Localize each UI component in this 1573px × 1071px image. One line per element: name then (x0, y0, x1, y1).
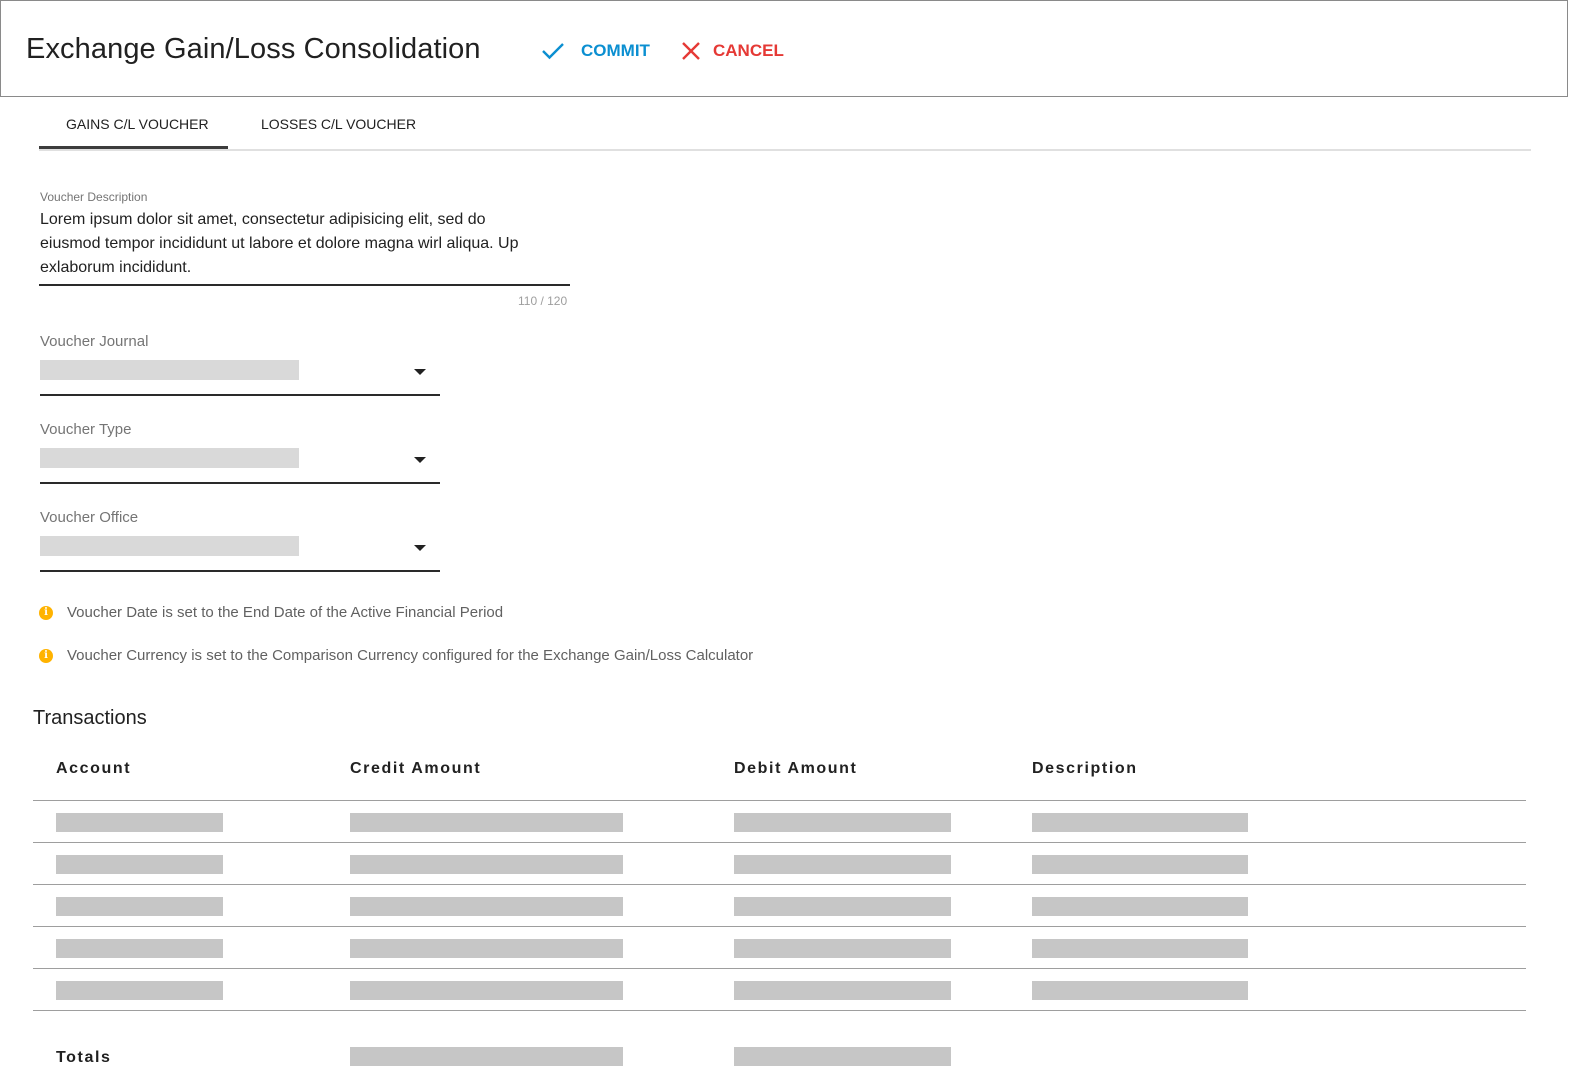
voucher-journal-label: Voucher Journal (40, 333, 149, 350)
close-icon (682, 42, 700, 60)
voucher-type-value (40, 448, 299, 468)
voucher-office-underline (40, 570, 440, 572)
account-cell (56, 855, 223, 874)
debit-amount-cell (734, 813, 951, 832)
description-cell (1032, 939, 1248, 958)
row-divider (33, 842, 1526, 843)
debit-amount-cell (734, 855, 951, 874)
info-note-currency: i Voucher Currency is set to the Compari… (39, 647, 753, 664)
voucher-office-value (40, 536, 299, 556)
chevron-down-icon[interactable] (414, 457, 426, 463)
description-cell (1032, 981, 1248, 1000)
info-note-date: i Voucher Date is set to the End Date of… (39, 604, 503, 621)
info-icon: i (39, 648, 53, 663)
active-tab-indicator (39, 146, 228, 149)
debit-amount-cell (734, 981, 951, 1000)
tab-losses-voucher[interactable]: LOSSES C/L VOUCHER (261, 116, 416, 132)
debit-total-cell (734, 1047, 951, 1066)
chevron-down-icon[interactable] (414, 545, 426, 551)
dialog-header: Exchange Gain/Loss Consolidation COMMIT … (0, 0, 1568, 97)
commit-label: COMMIT (581, 41, 650, 60)
voucher-description-input[interactable]: Lorem ipsum dolor sit amet, consectetur … (40, 208, 540, 280)
row-divider (33, 926, 1526, 927)
tab-gains-voucher[interactable]: GAINS C/L VOUCHER (66, 116, 209, 132)
voucher-office-label: Voucher Office (40, 509, 139, 526)
voucher-type-label: Voucher Type (40, 421, 132, 438)
table-bottom-divider (33, 1010, 1526, 1011)
cancel-button[interactable]: CANCEL (681, 37, 784, 65)
commit-button[interactable]: COMMIT (541, 37, 650, 65)
description-cell (1032, 897, 1248, 916)
account-cell (56, 897, 223, 916)
debit-amount-cell (734, 939, 951, 958)
description-cell (1032, 855, 1248, 874)
voucher-journal-underline (40, 394, 440, 396)
voucher-type-underline (40, 482, 440, 484)
column-header-debit-amount: Debit Amount (734, 760, 858, 777)
account-cell (56, 981, 223, 1000)
cancel-label: CANCEL (713, 41, 784, 60)
voucher-description-label: Voucher Description (40, 190, 148, 204)
credit-amount-cell (350, 897, 623, 916)
info-note-text: Voucher Date is set to the End Date of t… (67, 604, 504, 621)
row-divider (33, 884, 1526, 885)
chevron-down-icon[interactable] (414, 369, 426, 375)
credit-total-cell (350, 1047, 623, 1066)
check-icon (542, 43, 564, 60)
debit-amount-cell (734, 897, 951, 916)
info-note-text: Voucher Currency is set to the Compariso… (67, 647, 754, 664)
character-counter: 110 / 120 (518, 294, 568, 308)
credit-amount-cell (350, 939, 623, 958)
credit-amount-cell (350, 813, 623, 832)
column-header-account: Account (56, 760, 132, 777)
credit-amount-cell (350, 981, 623, 1000)
voucher-description-underline (39, 284, 570, 286)
transactions-title: Transactions (33, 707, 147, 729)
row-divider (33, 968, 1526, 969)
page-title: Exchange Gain/Loss Consolidation (26, 33, 481, 65)
voucher-journal-value (40, 360, 299, 380)
column-header-credit-amount: Credit Amount (350, 760, 482, 777)
voucher-tabs: GAINS C/L VOUCHER LOSSES C/L VOUCHER (39, 98, 1531, 151)
totals-label: Totals (56, 1049, 112, 1066)
info-icon: i (39, 605, 53, 620)
account-cell (56, 939, 223, 958)
column-header-description: Description (1032, 760, 1138, 777)
account-cell (56, 813, 223, 832)
credit-amount-cell (350, 855, 623, 874)
description-cell (1032, 813, 1248, 832)
table-header-divider (33, 800, 1526, 801)
